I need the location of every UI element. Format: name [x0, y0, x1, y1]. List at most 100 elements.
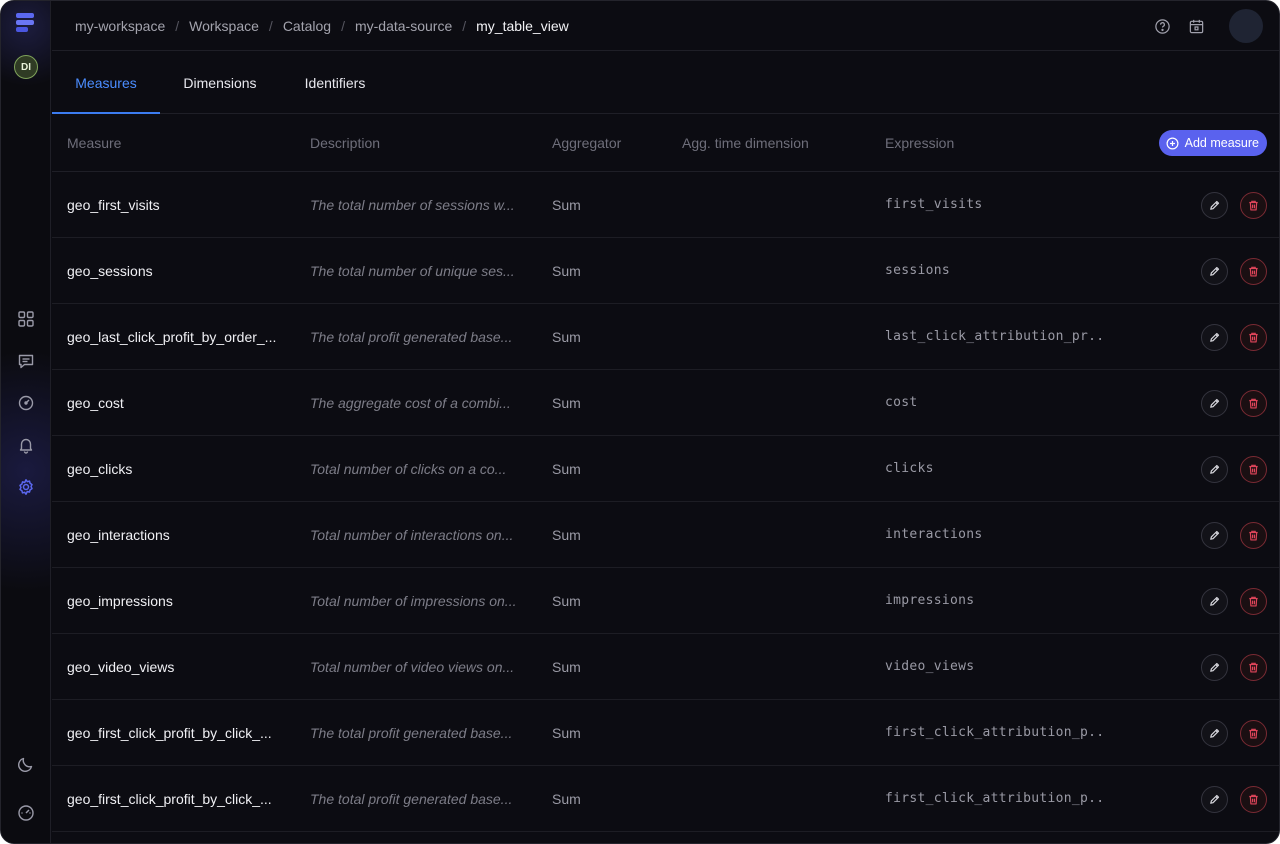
table-row[interactable]: geo_sessions The total number of unique … [52, 238, 1279, 304]
pencil-icon [1210, 464, 1220, 474]
edit-button[interactable] [1201, 720, 1228, 747]
cell-aggregator: Sum [552, 658, 581, 675]
chat-icon[interactable] [15, 350, 37, 372]
help-icon[interactable] [1153, 17, 1171, 35]
column-header-measure: Measure [67, 134, 122, 151]
tab-identifiers[interactable]: Identifiers [280, 52, 390, 113]
cell-measure: geo_video_views [67, 658, 175, 675]
edit-button[interactable] [1201, 654, 1228, 681]
add-measure-button[interactable]: Add measure [1158, 130, 1267, 156]
trash-icon [1249, 530, 1258, 541]
cell-aggregator: Sum [552, 724, 581, 741]
cell-measure: geo_first_visits [67, 196, 160, 213]
speedometer-icon[interactable] [15, 802, 37, 824]
cell-description: Total number of clicks on a co... [310, 460, 507, 477]
table-row[interactable]: geo_video_views Total number of video vi… [52, 634, 1279, 700]
delete-button[interactable] [1240, 456, 1267, 483]
trash-icon [1249, 464, 1258, 475]
tab-dimensions[interactable]: Dimensions [160, 52, 280, 113]
gauge-icon[interactable] [15, 392, 37, 414]
sidebar: DI [1, 1, 51, 843]
breadcrumb-separator: / [341, 17, 345, 34]
pencil-icon [1210, 398, 1220, 408]
cell-description: The aggregate cost of a combi... [310, 394, 511, 411]
delete-button[interactable] [1240, 192, 1267, 219]
delete-button[interactable] [1240, 720, 1267, 747]
table-row[interactable]: geo_clicks Total number of clicks on a c… [52, 436, 1279, 502]
edit-button[interactable] [1201, 786, 1228, 813]
table-body: geo_first_visits The total number of ses… [52, 172, 1279, 832]
app-window: DI my-workspace / Workspace / Catalog / … [0, 0, 1280, 844]
moon-icon[interactable] [15, 753, 37, 775]
breadcrumb-item-workspace[interactable]: Workspace [189, 18, 259, 34]
bell-icon[interactable] [15, 434, 37, 456]
cell-aggregator: Sum [552, 526, 581, 543]
cell-description: Total number of impressions on... [310, 592, 517, 609]
edit-button[interactable] [1201, 192, 1228, 219]
table-row[interactable]: geo_first_visits The total number of ses… [52, 172, 1279, 238]
settings-icon[interactable] [15, 476, 37, 498]
delete-button[interactable] [1240, 258, 1267, 285]
measures-table: Measure Description Aggregator Agg. time… [52, 114, 1279, 832]
plus-circle-icon [1166, 137, 1179, 149]
cell-expression: impressions [885, 593, 975, 608]
pencil-icon [1210, 662, 1220, 672]
trash-icon [1249, 332, 1258, 343]
cell-expression: first_visits [885, 197, 983, 212]
topbar-actions [1153, 9, 1263, 43]
apps-grid-icon[interactable] [15, 308, 37, 330]
cell-measure: geo_interactions [67, 526, 170, 543]
pencil-icon [1210, 530, 1220, 540]
table-header: Measure Description Aggregator Agg. time… [52, 114, 1279, 172]
workspace-avatar[interactable]: DI [14, 55, 38, 79]
edit-button[interactable] [1201, 588, 1228, 615]
pencil-icon [1210, 332, 1220, 342]
cell-aggregator: Sum [552, 328, 581, 345]
edit-button[interactable] [1201, 522, 1228, 549]
edit-button[interactable] [1201, 324, 1228, 351]
delete-button[interactable] [1240, 588, 1267, 615]
edit-button[interactable] [1201, 258, 1228, 285]
cell-description: The total profit generated base... [310, 790, 513, 807]
edit-button[interactable] [1201, 456, 1228, 483]
cell-aggregator: Sum [552, 592, 581, 609]
breadcrumb-separator: / [462, 17, 467, 34]
delete-button[interactable] [1240, 324, 1267, 351]
delete-button[interactable] [1240, 786, 1267, 813]
calendar-icon[interactable] [1187, 17, 1205, 35]
trash-icon [1249, 200, 1258, 211]
tab-measures[interactable]: Measures [52, 52, 160, 114]
delete-button[interactable] [1240, 654, 1267, 681]
cell-expression: interactions [885, 527, 983, 542]
breadcrumb-item-data-source[interactable]: my-data-source [355, 18, 452, 34]
table-row[interactable]: geo_first_click_profit_by_click_... The … [52, 766, 1279, 832]
table-row[interactable]: geo_interactions Total number of interac… [52, 502, 1279, 568]
breadcrumb-separator: / [175, 17, 180, 34]
cell-expression: first_click_attribution_p... [885, 725, 1105, 740]
edit-button[interactable] [1201, 390, 1228, 417]
trash-icon [1249, 794, 1258, 805]
trash-icon [1249, 728, 1258, 739]
table-row[interactable]: geo_first_click_profit_by_click_... The … [52, 700, 1279, 766]
cell-measure: geo_last_click_profit_by_order_... [67, 328, 277, 345]
cell-description: The total number of sessions w... [310, 196, 515, 213]
table-row[interactable]: geo_cost The aggregate cost of a combi..… [52, 370, 1279, 436]
trash-icon [1249, 266, 1258, 277]
cell-expression: clicks [885, 461, 934, 476]
cell-measure: geo_cost [67, 394, 124, 411]
cell-description: The total profit generated base... [310, 724, 513, 741]
breadcrumb-item-workspace-root[interactable]: my-workspace [75, 18, 165, 34]
pencil-icon [1210, 266, 1220, 276]
user-avatar[interactable] [1229, 9, 1263, 43]
table-row[interactable]: geo_impressions Total number of impressi… [52, 568, 1279, 634]
delete-button[interactable] [1240, 522, 1267, 549]
cell-measure: geo_sessions [67, 262, 153, 279]
breadcrumb-item-catalog[interactable]: Catalog [283, 18, 331, 34]
logo-icon[interactable] [16, 13, 36, 37]
delete-button[interactable] [1240, 390, 1267, 417]
column-header-description: Description [310, 134, 381, 151]
pencil-icon [1210, 596, 1220, 606]
breadcrumb: my-workspace / Workspace / Catalog / my-… [52, 1, 1279, 51]
trash-icon [1249, 398, 1258, 409]
table-row[interactable]: geo_last_click_profit_by_order_... The t… [52, 304, 1279, 370]
